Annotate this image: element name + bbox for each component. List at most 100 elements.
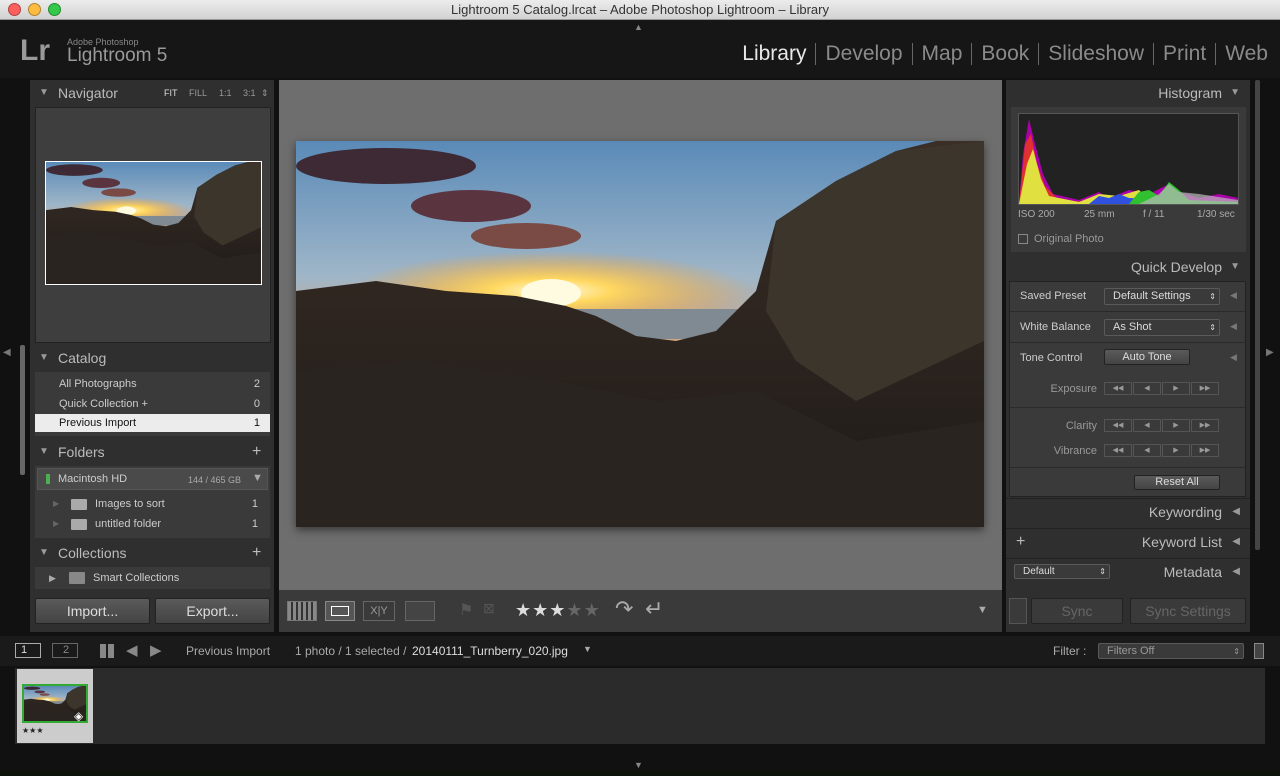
original-photo-checkbox[interactable]: [1018, 234, 1028, 244]
module-slideshow[interactable]: Slideshow: [1039, 42, 1153, 66]
flag-icon[interactable]: ⚑: [459, 600, 473, 620]
navigator-header[interactable]: ▼ Navigator FIT FILL 1:1 3:1 ⇕: [30, 80, 274, 106]
filter-select[interactable]: Filters Off ⇕: [1098, 643, 1244, 659]
auto-tone-button[interactable]: Auto Tone: [1104, 349, 1190, 365]
exposure-stepper[interactable]: ◀◀ ◀ ▶ ▶▶: [1104, 382, 1219, 395]
collapse-triangle-icon[interactable]: ▼: [39, 345, 49, 371]
big-increase-button[interactable]: ▶▶: [1191, 382, 1219, 395]
decrease-button[interactable]: ◀: [1133, 444, 1161, 457]
collapse-triangle-icon[interactable]: ▼: [39, 439, 49, 465]
folders-header[interactable]: ▼ Folders +: [30, 439, 274, 465]
reset-all-button[interactable]: Reset All: [1134, 475, 1220, 490]
auto-sync-switch[interactable]: [1009, 598, 1027, 624]
collapse-right-icon[interactable]: ▶: [1266, 347, 1274, 358]
window-2-button[interactable]: 2: [52, 643, 78, 658]
filename-label[interactable]: 20140111_Turnberry_020.jpg: [412, 644, 568, 658]
metadata-header[interactable]: Default ⇕ Metadata ◀: [1006, 558, 1250, 584]
grid-view-icon[interactable]: [287, 601, 317, 621]
navigator-thumbnail[interactable]: [45, 161, 262, 285]
saved-preset-select[interactable]: Default Settings ⇕: [1104, 288, 1220, 305]
big-increase-button[interactable]: ▶▶: [1191, 419, 1219, 432]
module-web[interactable]: Web: [1216, 42, 1268, 66]
right-scrollbar[interactable]: [1255, 80, 1260, 550]
forward-arrow-icon[interactable]: ▶: [150, 641, 162, 659]
reject-flag-icon[interactable]: ⊠: [483, 600, 495, 617]
export-button[interactable]: Export...: [155, 598, 270, 624]
collapse-top-icon[interactable]: ▲: [634, 22, 643, 32]
toolbar-menu-icon[interactable]: ▼: [977, 604, 988, 616]
navigator-preview[interactable]: [35, 107, 271, 343]
increase-button[interactable]: ▶: [1162, 444, 1190, 457]
catalog-item-quick[interactable]: Quick Collection + 0: [35, 394, 270, 414]
filter-lock-icon[interactable]: [1254, 643, 1264, 659]
star-icon[interactable]: ★: [515, 600, 532, 620]
disclosure-icon[interactable]: ▶: [49, 567, 56, 589]
keywording-header[interactable]: Keywording ◀: [1006, 498, 1250, 524]
increase-button[interactable]: ▶: [1162, 419, 1190, 432]
collapse-triangle-icon[interactable]: ▼: [1230, 80, 1240, 106]
import-button[interactable]: Import...: [35, 598, 150, 624]
zoom-window-button[interactable]: [48, 3, 61, 16]
white-balance-select[interactable]: As Shot ⇕: [1104, 319, 1220, 336]
histogram-graph[interactable]: [1018, 113, 1239, 205]
catalog-item-all[interactable]: All Photographs 2: [35, 374, 270, 394]
back-arrow-icon[interactable]: ◀: [126, 641, 138, 659]
vibrance-stepper[interactable]: ◀◀ ◀ ▶ ▶▶: [1104, 444, 1219, 457]
compare-view-icon[interactable]: X|Y: [363, 601, 395, 621]
loupe-view-icon[interactable]: [325, 601, 355, 621]
increase-button[interactable]: ▶: [1162, 382, 1190, 395]
decrease-button[interactable]: ◀: [1133, 382, 1161, 395]
star-icon[interactable]: ★: [584, 600, 601, 620]
zoom-3-1[interactable]: 3:1: [243, 80, 256, 106]
zoom-1-1[interactable]: 1:1: [219, 80, 232, 106]
decrease-button[interactable]: ◀: [1133, 419, 1161, 432]
collection-item[interactable]: ▶ Smart Collections: [35, 567, 270, 589]
metadata-preset-select[interactable]: Default ⇕: [1014, 564, 1110, 579]
survey-view-icon[interactable]: [405, 601, 435, 621]
star-icon[interactable]: ★: [532, 600, 549, 620]
zoom-stepper-icon[interactable]: ⇕: [261, 80, 269, 106]
big-decrease-button[interactable]: ◀◀: [1104, 444, 1132, 457]
zoom-fit[interactable]: FIT: [164, 80, 178, 106]
expand-triangle-icon[interactable]: ◀: [1230, 352, 1237, 363]
catalog-header[interactable]: ▼ Catalog: [30, 345, 274, 371]
grid-icon[interactable]: [100, 644, 114, 658]
collections-header[interactable]: ▼ Collections +: [30, 540, 274, 566]
sync-button[interactable]: Sync: [1031, 598, 1123, 624]
collapse-triangle-icon[interactable]: ◀: [1232, 529, 1240, 555]
module-library[interactable]: Library: [733, 42, 815, 66]
close-window-button[interactable]: [8, 3, 21, 16]
module-print[interactable]: Print: [1154, 42, 1215, 66]
collapse-triangle-icon[interactable]: ▼: [39, 80, 49, 106]
module-develop[interactable]: Develop: [816, 42, 911, 66]
expand-triangle-icon[interactable]: ◀: [1230, 290, 1237, 301]
minimize-window-button[interactable]: [28, 3, 41, 16]
add-folder-button[interactable]: +: [252, 439, 261, 465]
catalog-item-previous-import[interactable]: Previous Import 1: [35, 414, 270, 432]
collapse-bottom-icon[interactable]: ▼: [634, 760, 643, 770]
big-decrease-button[interactable]: ◀◀: [1104, 419, 1132, 432]
clarity-stepper[interactable]: ◀◀ ◀ ▶ ▶▶: [1104, 419, 1219, 432]
keyword-list-header[interactable]: + Keyword List ◀: [1006, 528, 1250, 554]
source-label[interactable]: Previous Import: [186, 644, 270, 658]
big-increase-button[interactable]: ▶▶: [1191, 444, 1219, 457]
collapse-triangle-icon[interactable]: ▼: [39, 540, 49, 566]
filename-menu-icon[interactable]: ▼: [583, 644, 592, 654]
star-rating[interactable]: ★★★★★: [515, 600, 601, 621]
module-book[interactable]: Book: [972, 42, 1038, 66]
folder-item[interactable]: ▶ untitled folder 1: [35, 514, 270, 534]
collapse-triangle-icon[interactable]: ▼: [1230, 254, 1240, 280]
disclosure-icon[interactable]: ▶: [53, 514, 59, 534]
volume-menu-icon[interactable]: ▼: [252, 472, 263, 484]
big-decrease-button[interactable]: ◀◀: [1104, 382, 1132, 395]
folder-item[interactable]: ▶ Images to sort 1: [35, 494, 270, 514]
loupe-view[interactable]: [279, 80, 1002, 590]
main-photo[interactable]: [296, 141, 984, 527]
volume-header[interactable]: Macintosh HD 144 / 465 GB ▼: [37, 468, 268, 490]
disclosure-icon[interactable]: ▶: [53, 494, 59, 514]
sync-settings-button[interactable]: Sync Settings: [1130, 598, 1246, 624]
window-1-button[interactable]: 1: [15, 643, 41, 658]
rotate-right-icon[interactable]: ↵: [645, 596, 663, 622]
filmstrip-cell[interactable]: ◈ ★★★: [17, 669, 93, 743]
collapse-left-icon[interactable]: ◀: [3, 347, 11, 358]
